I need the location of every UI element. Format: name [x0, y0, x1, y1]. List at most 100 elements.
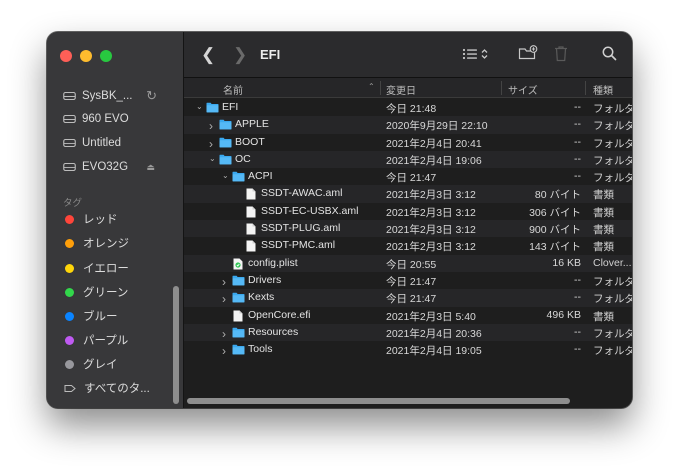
file-row[interactable]: › APPLE 2020年9月29日 22:10 -- フォルダ — [184, 116, 632, 134]
file-row[interactable]: SSDT-AWAC.aml 2021年2月3日 3:12 80 バイト 書類 — [184, 185, 632, 203]
trash-icon[interactable] — [554, 45, 568, 67]
file-kind: フォルダ — [593, 172, 632, 185]
sidebar-tag-gray[interactable]: グレイ — [47, 353, 183, 375]
document-icon — [233, 310, 243, 325]
refresh-icon[interactable]: ↻ — [146, 88, 157, 104]
file-row[interactable]: ⌄ ACPI 今日 21:47 -- フォルダ — [184, 168, 632, 185]
tag-color-dot — [65, 335, 74, 345]
file-date: 今日 21:47 — [386, 275, 437, 288]
column-divider[interactable] — [380, 81, 381, 95]
tag-color-dot — [65, 238, 74, 248]
file-row[interactable]: SSDT-PLUG.aml 2021年2月3日 3:12 900 バイト 書類 — [184, 220, 632, 238]
sidebar-tag-red[interactable]: レッド — [47, 208, 183, 230]
file-row[interactable]: › Tools 2021年2月4日 19:05 -- フォルダ — [184, 341, 632, 358]
new-folder-icon[interactable] — [518, 45, 538, 66]
sidebar-tag-orange[interactable]: オレンジ — [47, 232, 183, 254]
back-button[interactable]: ❮ — [201, 45, 215, 65]
file-date: 2021年2月3日 5:40 — [386, 310, 476, 323]
column-divider[interactable] — [585, 81, 586, 95]
disclosure-closed-icon[interactable]: › — [222, 344, 226, 358]
disclosure-closed-icon[interactable]: › — [209, 137, 213, 151]
file-date: 2021年2月3日 3:12 — [386, 206, 476, 219]
file-kind: 書類 — [593, 224, 614, 237]
disk-icon — [63, 114, 77, 124]
file-kind: 書類 — [593, 241, 614, 254]
disclosure-closed-icon[interactable]: › — [222, 275, 226, 289]
zoom-window-button[interactable] — [100, 50, 112, 62]
column-divider[interactable] — [501, 81, 502, 95]
file-row[interactable]: ⌄ EFI 今日 21:48 -- フォルダ — [184, 99, 632, 116]
horizontal-scrollbar[interactable] — [187, 398, 570, 404]
column-header-size[interactable]: サイズ — [508, 82, 538, 97]
minimize-window-button[interactable] — [80, 50, 92, 62]
sidebar-item-label: ブルー — [83, 311, 118, 323]
file-name: OC — [235, 152, 251, 165]
file-kind: フォルダ — [593, 327, 632, 340]
file-size: -- — [574, 325, 581, 338]
column-header-date[interactable]: 変更日 — [386, 82, 416, 97]
sidebar-item-label: EVO32G — [82, 161, 129, 173]
file-date: 2020年9月29日 22:10 — [386, 120, 488, 133]
file-row[interactable]: ⌄ OC 2021年2月4日 19:06 -- フォルダ — [184, 150, 632, 169]
file-name: ACPI — [248, 170, 273, 183]
sidebar-item-evo32g[interactable]: EVO32G ⏏ — [47, 156, 183, 178]
file-kind: Clover... — [593, 256, 632, 269]
window-controls — [60, 50, 112, 62]
file-date: 2021年2月4日 20:36 — [386, 327, 482, 340]
file-row[interactable]: SSDT-EC-USBX.aml 2021年2月3日 3:12 306 バイト 書類 — [184, 203, 632, 220]
sidebar-item-label: 960 EVO — [82, 113, 129, 125]
toolbar: ❮ ❯ EFI — [184, 32, 632, 78]
file-row[interactable]: › Drivers 今日 21:47 -- フォルダ — [184, 272, 632, 289]
tag-color-dot — [65, 359, 74, 369]
tag-color-dot — [65, 287, 74, 297]
file-row[interactable]: › BOOT 2021年2月4日 20:41 -- フォルダ — [184, 134, 632, 151]
column-header: 名前 ⌃ 変更日 サイズ 種類 — [184, 78, 632, 98]
sidebar-tag-purple[interactable]: パープル — [47, 329, 183, 351]
file-row[interactable]: SSDT-PMC.aml 2021年2月3日 3:12 143 バイト 書類 — [184, 237, 632, 254]
file-row[interactable]: › Kexts 今日 21:47 -- フォルダ — [184, 289, 632, 307]
sidebar-item-960-evo[interactable]: 960 EVO — [47, 108, 183, 130]
sidebar-item-sysbk[interactable]: SysBK_... ↻ — [47, 85, 183, 107]
file-name: OpenCore.efi — [248, 308, 311, 321]
file-name: Drivers — [248, 273, 282, 286]
sidebar-item-untitled[interactable]: Untitled — [47, 132, 183, 154]
disclosure-closed-icon[interactable]: › — [222, 327, 226, 341]
sidebar-scrollbar[interactable] — [173, 286, 179, 404]
disk-icon — [63, 91, 77, 101]
search-icon[interactable] — [602, 46, 617, 66]
column-header-kind[interactable]: 種類 — [593, 82, 613, 97]
sidebar-tag-blue[interactable]: ブルー — [47, 305, 183, 327]
disclosure-open-icon[interactable]: ⌄ — [209, 154, 216, 163]
eject-icon[interactable]: ⏏ — [146, 162, 155, 173]
list-view-icon[interactable] — [462, 47, 490, 66]
tag-color-dot — [65, 311, 74, 321]
disclosure-closed-icon[interactable]: › — [209, 119, 213, 133]
sidebar-item-label: パープル — [83, 335, 129, 347]
file-row[interactable]: › Resources 2021年2月4日 20:36 -- フォルダ — [184, 323, 632, 342]
file-size: -- — [574, 152, 581, 165]
window-title: EFI — [260, 47, 281, 62]
file-name: Kexts — [248, 291, 275, 304]
folder-icon — [219, 137, 232, 151]
file-kind: 書類 — [593, 310, 614, 323]
disclosure-closed-icon[interactable]: › — [222, 292, 226, 306]
finder-window: SysBK_... ↻ 960 EVO Untitled EVO32G ⏏ タグ… — [47, 32, 632, 408]
disclosure-open-icon[interactable]: ⌄ — [222, 171, 229, 180]
file-name: Resources — [248, 325, 299, 338]
forward-button[interactable]: ❯ — [233, 45, 247, 65]
column-header-name[interactable]: 名前 — [223, 82, 243, 97]
sidebar-item-label: グリーン — [83, 287, 129, 299]
sidebar-tag-green[interactable]: グリーン — [47, 281, 183, 303]
file-name: SSDT-EC-USBX.aml — [261, 204, 359, 217]
sidebar-tag-all[interactable]: すべてのタ... — [47, 377, 183, 399]
file-row[interactable]: config.plist 今日 20:55 16 KB Clover... — [184, 254, 632, 272]
folder-icon — [232, 327, 245, 341]
file-size: 16 KB — [552, 256, 581, 269]
sidebar-tag-yellow[interactable]: イエロー — [47, 257, 183, 279]
close-window-button[interactable] — [60, 50, 72, 62]
disclosure-open-icon[interactable]: ⌄ — [196, 102, 203, 111]
file-date: 今日 21:47 — [386, 172, 437, 185]
sidebar-item-label: オレンジ — [83, 238, 129, 250]
file-size: -- — [574, 273, 581, 286]
file-row[interactable]: OpenCore.efi 2021年2月3日 5:40 496 KB 書類 — [184, 307, 632, 324]
